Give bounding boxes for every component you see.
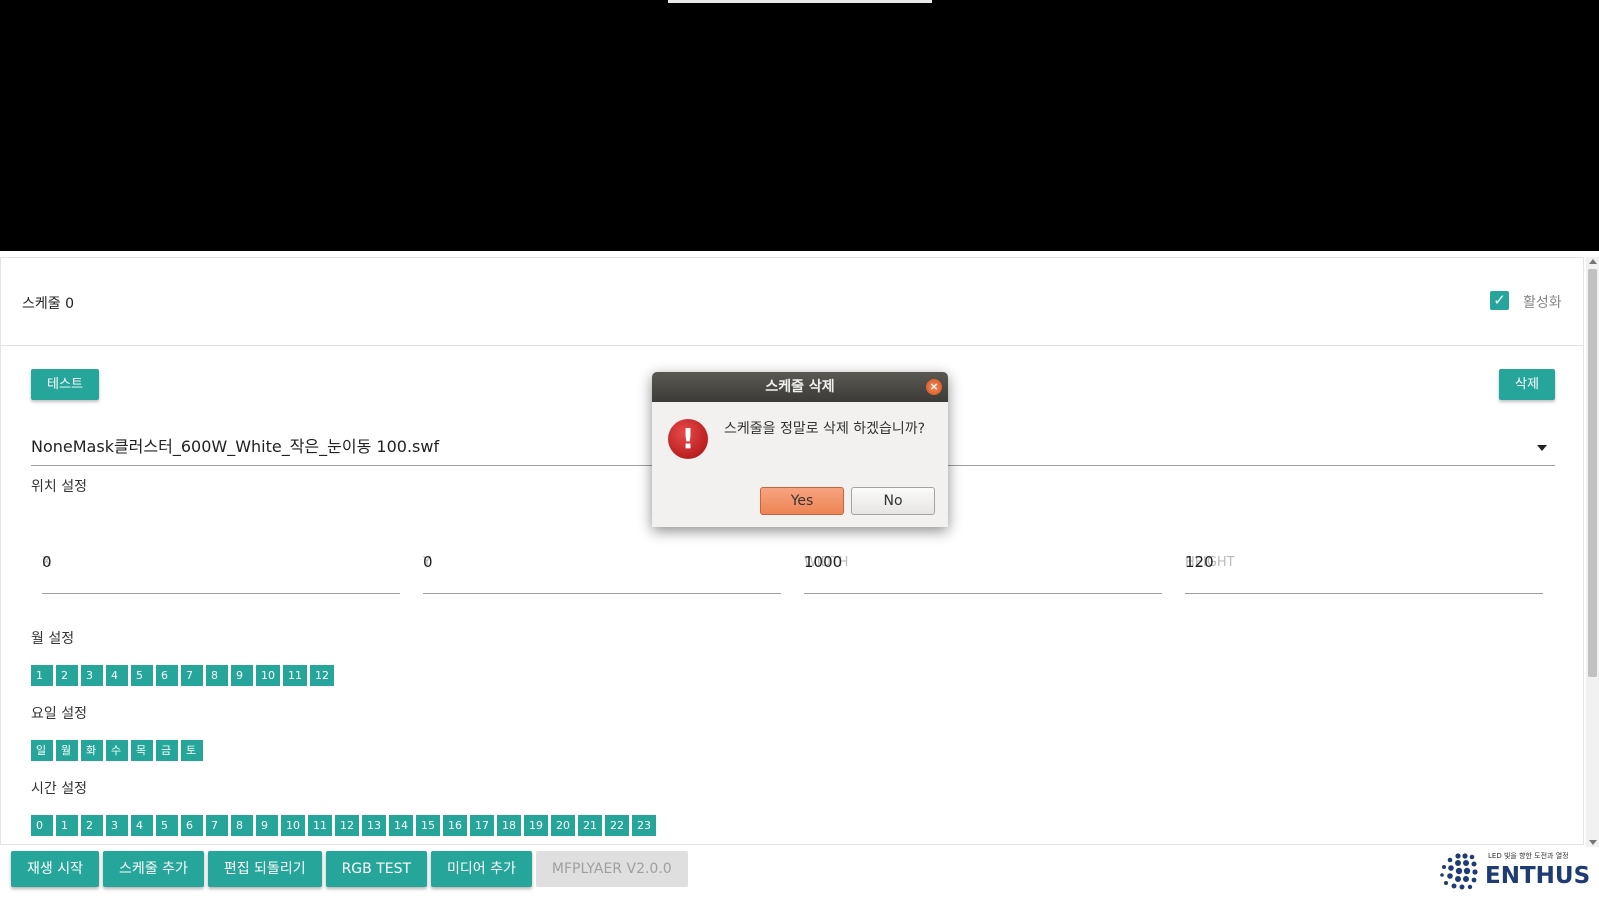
hour-chip[interactable]: 17 <box>470 815 494 836</box>
chevron-down-icon[interactable] <box>1537 445 1547 451</box>
month-chip[interactable]: 3 <box>81 665 103 686</box>
rgb-test-button[interactable]: RGB TEST <box>325 851 428 887</box>
month-chip[interactable]: 9 <box>231 665 253 686</box>
hour-chip[interactable]: 23 <box>632 815 656 836</box>
weekday-label: 요일 설정 <box>31 706 87 722</box>
play-button[interactable]: 재생 시작 <box>11 851 99 887</box>
month-chip[interactable]: 4 <box>106 665 128 686</box>
active-label: 활성화 <box>1523 295 1562 311</box>
schedule-title: 스케줄 0 <box>22 296 74 312</box>
logo-dots-icon <box>1440 853 1478 890</box>
add-media-button[interactable]: 미디어 추가 <box>431 851 532 887</box>
test-button[interactable]: 테스트 <box>31 369 99 400</box>
schedule-card-header: 스케줄 0 ✓ 활성화 <box>1 258 1583 346</box>
x-value: 0 <box>42 553 52 571</box>
preview-top-bar <box>668 0 932 3</box>
hour-chip[interactable]: 11 <box>308 815 332 836</box>
weekday-chip[interactable]: 토 <box>181 740 203 761</box>
delete-schedule-dialog: 스케줄 삭제 × ! 스케줄을 정말로 삭제 하겠습니까? Yes No <box>652 372 948 527</box>
month-chip[interactable]: 11 <box>283 665 307 686</box>
schedule-card: 스케줄 0 ✓ 활성화 테스트 삭제 NoneMask클러스터_600W_Whi… <box>0 257 1584 845</box>
weekday-chip[interactable]: 목 <box>131 740 153 761</box>
hour-chip[interactable]: 4 <box>131 815 153 836</box>
width-value: 1000 <box>804 553 843 571</box>
logo-tagline: LED 빛을 향한 도전과 열정 <box>1488 852 1569 860</box>
hour-chip[interactable]: 12 <box>335 815 359 836</box>
month-chip[interactable]: 2 <box>56 665 78 686</box>
weekday-chip[interactable]: 금 <box>156 740 178 761</box>
enthus-logo: LED 빛을 향한 도전과 열정 ENTHUS <box>1438 850 1593 894</box>
hour-chip[interactable]: 22 <box>605 815 629 836</box>
hour-chip[interactable]: 1 <box>56 815 78 836</box>
hour-chip[interactable]: 5 <box>156 815 178 836</box>
weekday-chip[interactable]: 월 <box>56 740 78 761</box>
hour-chip[interactable]: 13 <box>362 815 386 836</box>
scrollbar-thumb[interactable] <box>1588 269 1597 677</box>
hour-chip[interactable]: 7 <box>206 815 228 836</box>
yes-button[interactable]: Yes <box>760 487 844 515</box>
add-schedule-button[interactable]: 스케줄 추가 <box>102 851 204 887</box>
close-icon[interactable]: × <box>926 379 942 395</box>
weekday-chip[interactable]: 일 <box>31 740 53 761</box>
delete-button[interactable]: 삭제 <box>1499 369 1555 400</box>
logo-brand: ENTHUS <box>1485 863 1591 889</box>
y-value: 0 <box>423 553 433 571</box>
month-label: 월 설정 <box>31 631 75 647</box>
hour-chip[interactable]: 6 <box>181 815 203 836</box>
hour-chip-group: 0 1 2 3 4 5 6 7 8 9 10 11 12 13 14 15 16 17 18 19 20 21 22 23 <box>31 815 656 836</box>
hour-chip[interactable]: 0 <box>31 815 53 836</box>
width-input[interactable]: WIDTH 1000 <box>804 553 1162 594</box>
x-input[interactable]: X 0 <box>42 553 400 594</box>
hour-chip[interactable]: 3 <box>106 815 128 836</box>
month-chip[interactable]: 1 <box>31 665 53 686</box>
weekday-chip[interactable]: 화 <box>81 740 103 761</box>
month-chip[interactable]: 8 <box>206 665 228 686</box>
month-chip[interactable]: 6 <box>156 665 178 686</box>
hour-chip[interactable]: 9 <box>256 815 278 836</box>
hour-chip[interactable]: 20 <box>551 815 575 836</box>
hour-chip[interactable]: 19 <box>524 815 548 836</box>
month-chip[interactable]: 7 <box>181 665 203 686</box>
hour-chip[interactable]: 8 <box>231 815 253 836</box>
version-button: MFPLYAER V2.0.0 <box>535 851 688 887</box>
hour-chip[interactable]: 15 <box>416 815 440 836</box>
hour-chip[interactable]: 21 <box>578 815 602 836</box>
hour-chip[interactable]: 14 <box>389 815 413 836</box>
hour-label: 시간 설정 <box>31 781 87 797</box>
hour-chip[interactable]: 18 <box>497 815 521 836</box>
weekday-chip[interactable]: 수 <box>106 740 128 761</box>
month-chip[interactable]: 12 <box>310 665 334 686</box>
month-chip-group: 1 2 3 4 5 6 7 8 9 10 11 12 <box>31 665 334 686</box>
hour-chip[interactable]: 16 <box>443 815 467 836</box>
scroll-down-icon[interactable] <box>1589 840 1597 845</box>
media-select-value: NoneMask클러스터_600W_White_작은_눈이동 100.swf <box>31 437 440 456</box>
undo-edit-button[interactable]: 편집 되돌리기 <box>207 851 322 887</box>
scrollbar[interactable] <box>1586 257 1599 847</box>
month-chip[interactable]: 5 <box>131 665 153 686</box>
weekday-chip-group: 일월화수목금토 <box>31 740 203 761</box>
no-button[interactable]: No <box>851 487 935 515</box>
bottom-toolbar: 재생 시작 스케줄 추가 편집 되돌리기 RGB TEST 미디어 추가 MFP… <box>11 851 688 887</box>
scroll-up-icon[interactable] <box>1589 259 1597 264</box>
active-checkbox[interactable]: ✓ <box>1490 291 1509 310</box>
dialog-message: 스케줄을 정말로 삭제 하겠습니까? <box>724 421 926 437</box>
height-value: 120 <box>1185 553 1214 571</box>
preview-area <box>0 0 1599 251</box>
hour-chip[interactable]: 2 <box>81 815 103 836</box>
error-icon: ! <box>668 419 708 459</box>
dialog-title: 스케줄 삭제 <box>652 372 948 402</box>
position-label: 위치 설정 <box>31 479 87 495</box>
y-input[interactable]: Y 0 <box>423 553 781 594</box>
hour-chip[interactable]: 10 <box>281 815 305 836</box>
month-chip[interactable]: 10 <box>256 665 280 686</box>
height-input[interactable]: HEIGHT 120 <box>1185 553 1543 594</box>
